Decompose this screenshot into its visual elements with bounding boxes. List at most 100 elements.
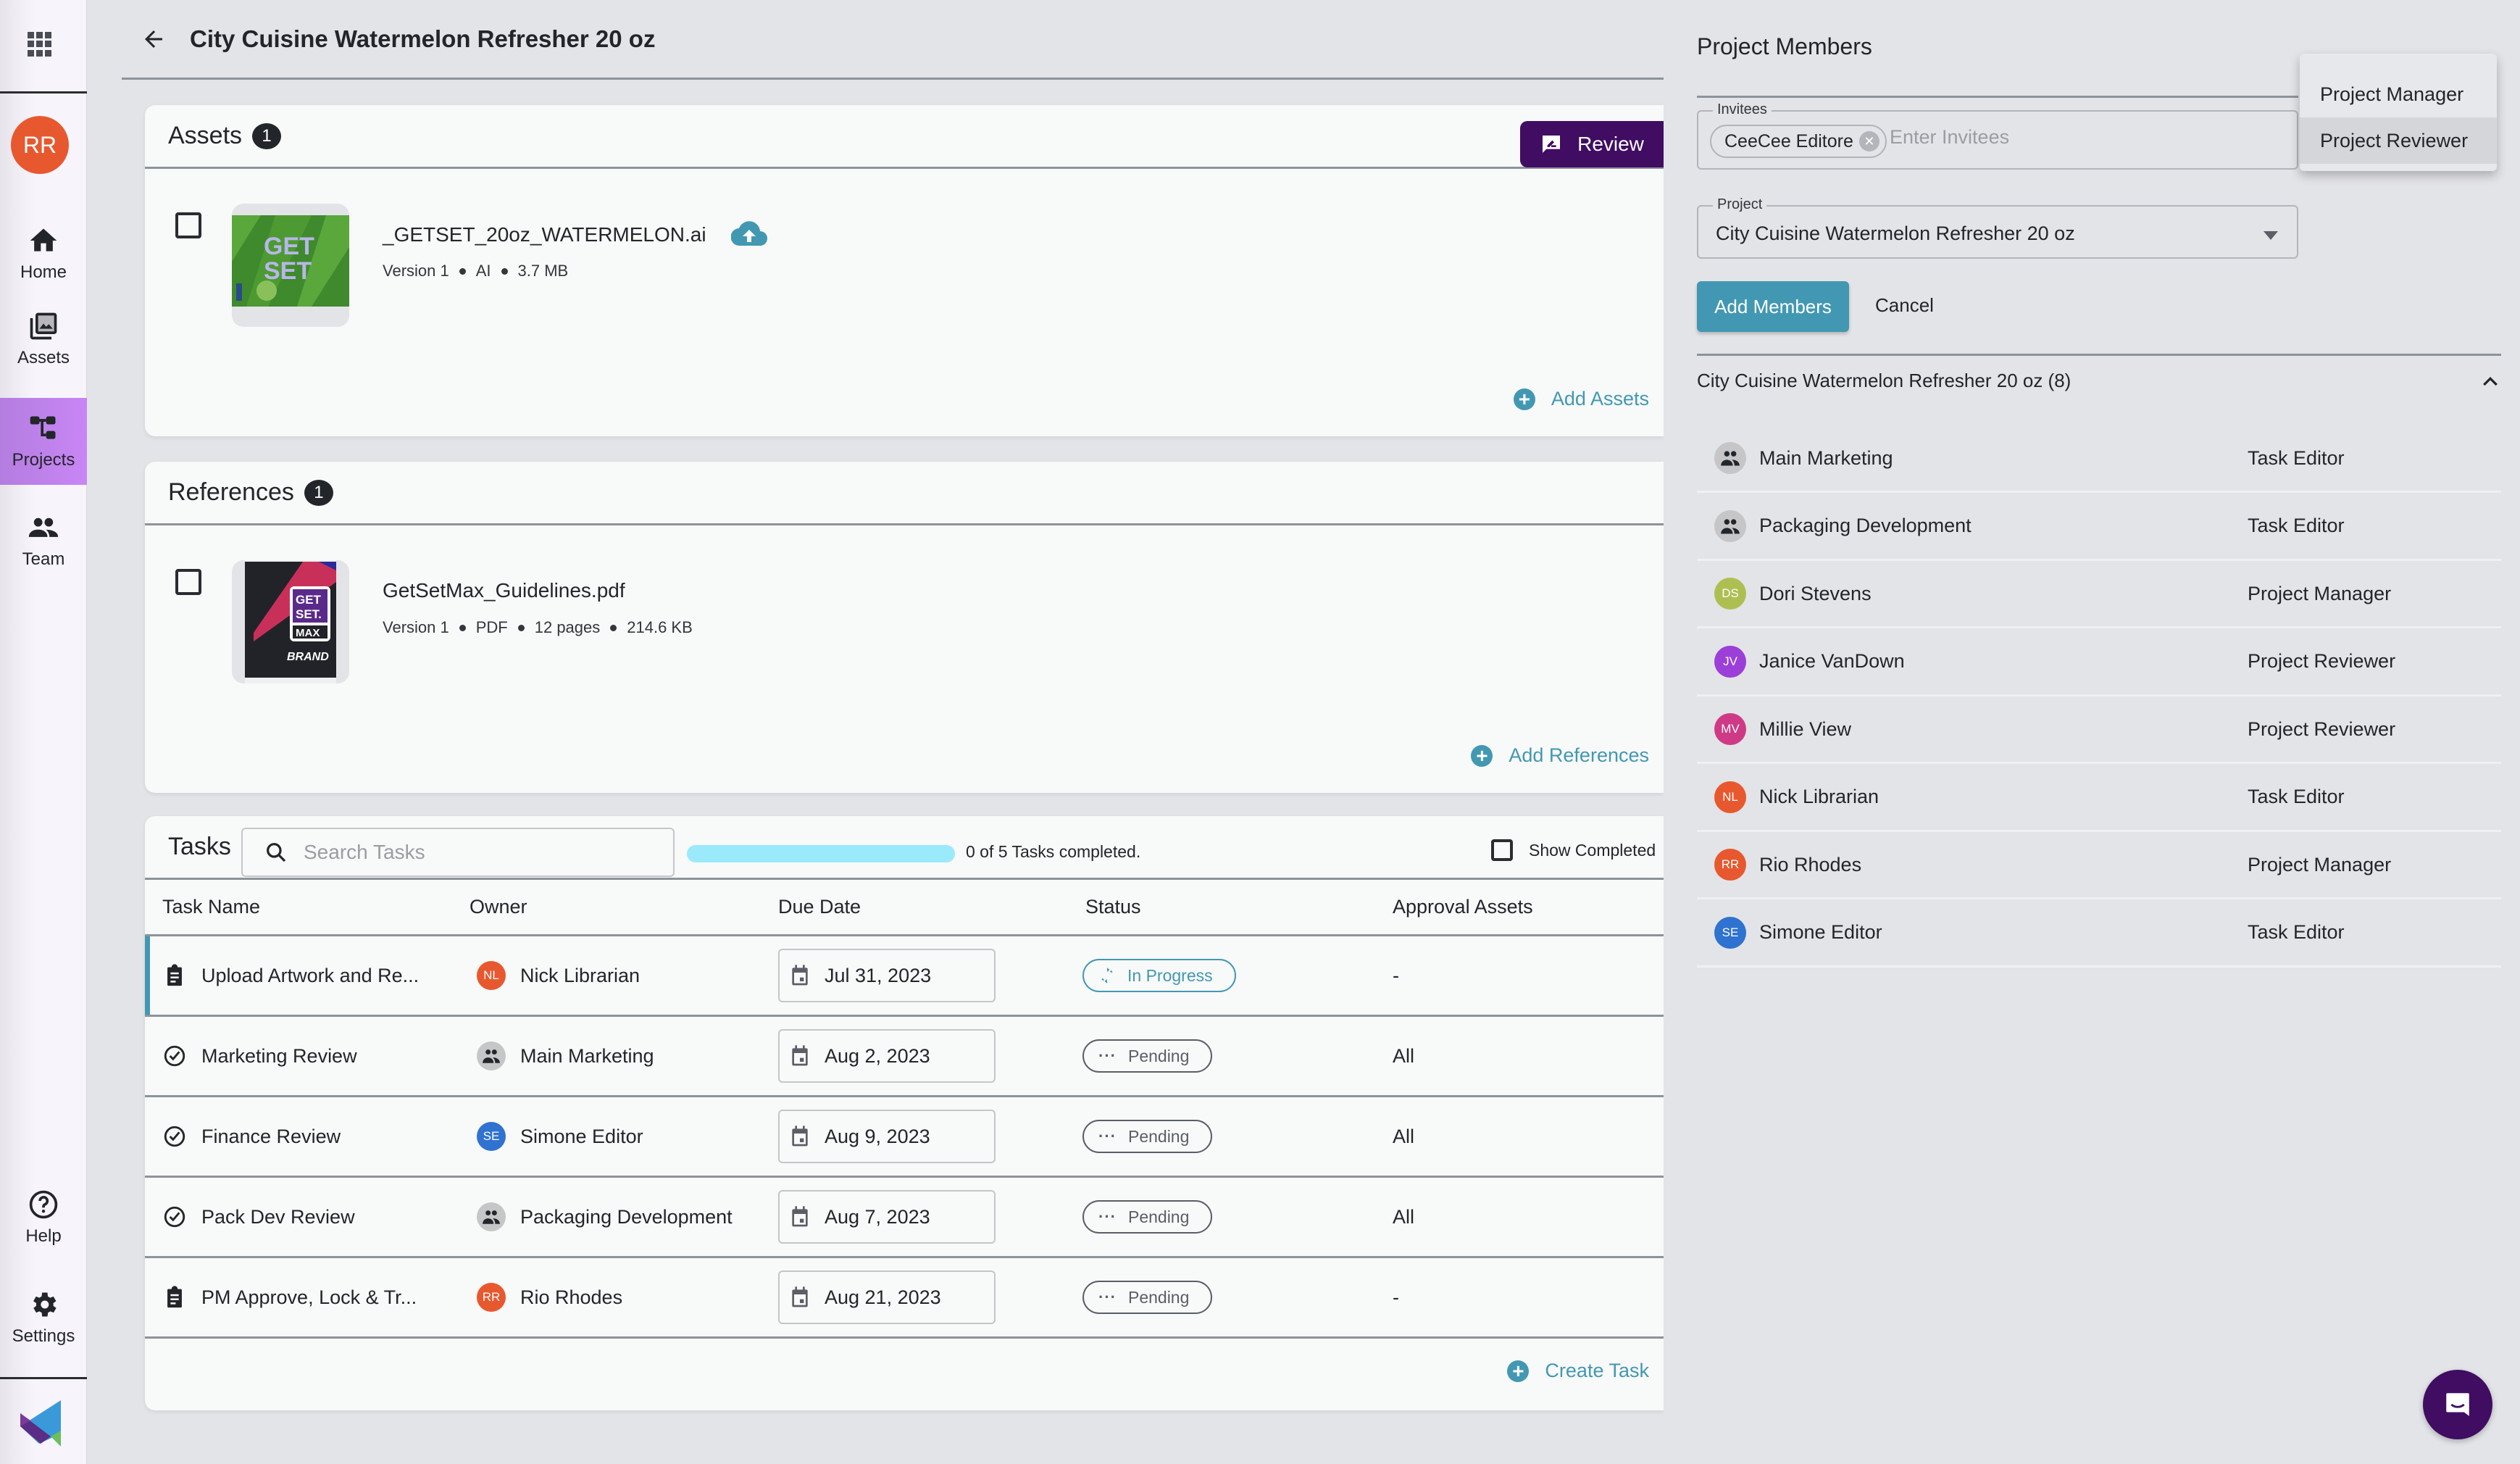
member-row[interactable]: DS Dori Stevens Project Manager <box>1697 561 2501 628</box>
due-date-picker[interactable]: Aug 9, 2023 <box>778 1110 996 1163</box>
asset-thumbnail[interactable]: GET SET <box>232 204 349 327</box>
invitee-chip-label: CeeCee Editore <box>1724 130 1853 151</box>
cloud-upload-icon[interactable] <box>730 221 767 249</box>
member-role-select[interactable]: Task Editor <box>2248 515 2345 537</box>
member-row[interactable]: RR Rio Rhodes Project Manager <box>1697 832 2501 899</box>
member-row[interactable]: NL Nick Librarian Task Editor <box>1697 765 2501 832</box>
tasks-progress-bar <box>687 845 955 862</box>
task-name-cell[interactable]: Finance Review <box>162 1124 341 1149</box>
asset-row[interactable]: GET SET _GETSET_20oz_WATERMELON.ai Versi… <box>145 169 1664 327</box>
task-name-cell[interactable]: Marketing Review <box>162 1044 357 1068</box>
status-badge[interactable]: ··· Pending <box>1082 1039 1213 1073</box>
member-role-select[interactable]: Project Manager <box>2248 583 2391 605</box>
task-owner: Nick Librarian <box>520 964 641 986</box>
more-dots-icon: ··· <box>1098 1127 1117 1145</box>
role-option-project-reviewer[interactable]: Project Reviewer <box>2300 117 2497 164</box>
task-owner: Main Marketing <box>520 1044 654 1067</box>
thumb-text: GET <box>264 233 314 260</box>
member-row[interactable]: MV Millie View Project Reviewer <box>1697 696 2501 764</box>
calendar-icon <box>792 1126 808 1147</box>
member-row[interactable]: JV Janice VanDown Project Reviewer <box>1697 629 2501 696</box>
project-select[interactable]: Project City Cuisine Watermelon Refreshe… <box>1697 196 2298 259</box>
show-completed-checkbox[interactable] <box>1491 839 1513 861</box>
member-role-select[interactable]: Project Reviewer <box>2248 718 2395 741</box>
sidebar-item-team[interactable]: Team <box>0 497 87 584</box>
gear-icon <box>33 1292 57 1317</box>
column-header-approval-assets[interactable]: Approval Assets <box>1393 896 1533 918</box>
due-date-picker[interactable]: Jul 31, 2023 <box>778 949 996 1002</box>
group-icon <box>1721 518 1740 533</box>
add-circle-icon: + <box>1513 388 1535 410</box>
user-avatar[interactable]: RR <box>11 116 69 174</box>
page-header: City Cuisine Watermelon Refresher 20 oz <box>122 0 1664 80</box>
search-tasks-field[interactable] <box>241 828 675 877</box>
sidebar-item-home[interactable]: Home <box>0 210 87 297</box>
reference-checkbox[interactable] <box>175 569 201 595</box>
task-row[interactable]: PM Approve, Lock & Tr... RR Rio Rhodes Au… <box>145 1258 1664 1339</box>
app-grid-icon[interactable] <box>28 32 52 57</box>
invitee-chip[interactable]: CeeCee Editore ✕ <box>1710 125 1887 158</box>
back-button[interactable] <box>132 17 175 61</box>
member-role-select[interactable]: Task Editor <box>2248 447 2345 470</box>
column-header-task-name[interactable]: Task Name <box>162 896 260 918</box>
column-header-owner[interactable]: Owner <box>470 896 527 918</box>
member-group-header[interactable]: City Cuisine Watermelon Refresher 20 oz … <box>1697 370 2501 392</box>
due-date-picker[interactable]: Aug 21, 2023 <box>778 1270 996 1324</box>
due-date-picker[interactable]: Aug 7, 2023 <box>778 1190 996 1244</box>
panel-divider <box>1697 96 2298 98</box>
invitees-input[interactable] <box>1890 126 2266 149</box>
task-row[interactable]: Marketing Review Main Marketing Aug 2, 2… <box>145 1017 1664 1097</box>
remove-chip-icon[interactable]: ✕ <box>1858 131 1879 151</box>
task-row[interactable]: Upload Artwork and Re... NL Nick Libraria… <box>145 936 1664 1017</box>
sidebar-item-help[interactable]: Help <box>0 1174 87 1261</box>
review-button[interactable]: Review <box>1520 121 1664 167</box>
chevron-up-icon[interactable] <box>2479 370 2501 392</box>
status-badge[interactable]: ··· Pending <box>1082 1200 1213 1234</box>
due-date-picker[interactable]: Aug 2, 2023 <box>778 1029 996 1083</box>
add-assets-button[interactable]: + Add Assets <box>1513 388 1649 410</box>
invitees-field[interactable]: Invitees CeeCee Editore ✕ <box>1697 101 2298 170</box>
role-option-project-manager[interactable]: Project Manager <box>2300 71 2497 117</box>
task-row[interactable]: Finance Review SE Simone Editor Aug 9, 20… <box>145 1097 1664 1178</box>
show-completed-toggle[interactable]: Show Completed <box>1491 839 1656 861</box>
reference-type: PDF <box>475 618 508 636</box>
reference-pages: 12 pages <box>534 618 601 636</box>
reference-file-name[interactable]: GetSetMax_Guidelines.pdf <box>383 579 625 602</box>
tasks-card: Tasks 0 of 5 Tasks completed. Show Compl… <box>145 816 1664 1410</box>
task-name-cell[interactable]: Upload Artwork and Re... <box>162 963 419 988</box>
reference-row[interactable]: GET SET. MAX BRAND GetSetMax_Guidelines.… <box>145 525 1664 683</box>
task-name-cell[interactable]: Pack Dev Review <box>162 1205 355 1229</box>
add-references-button[interactable]: + Add References <box>1471 744 1649 767</box>
member-row[interactable]: Packaging Development Task Editor <box>1697 494 2501 561</box>
owner-avatar <box>477 1041 506 1070</box>
task-name: Marketing Review <box>201 1044 357 1067</box>
status-badge[interactable]: ··· Pending <box>1082 1281 1213 1314</box>
member-name: Nick Librarian <box>1759 786 1879 807</box>
column-header-due-date[interactable]: Due Date <box>778 896 861 918</box>
task-row[interactable]: Pack Dev Review Packaging Development Au… <box>145 1178 1664 1258</box>
separator-dot <box>459 267 466 275</box>
status-badge[interactable]: In Progress <box>1082 959 1236 992</box>
member-row[interactable]: Main Marketing Task Editor <box>1697 425 2501 493</box>
sidebar-item-assets[interactable]: Assets <box>0 296 87 383</box>
member-role-select[interactable]: Task Editor <box>2248 921 2345 944</box>
sidebar-item-settings[interactable]: Settings <box>0 1274 87 1361</box>
create-task-button[interactable]: + Create Task <box>1507 1360 1649 1382</box>
column-header-status[interactable]: Status <box>1085 896 1141 918</box>
member-role-select[interactable]: Project Manager <box>2248 854 2391 876</box>
member-role-select[interactable]: Task Editor <box>2248 786 2345 808</box>
cancel-button[interactable]: Cancel <box>1875 294 1934 317</box>
asset-checkbox[interactable] <box>175 212 201 238</box>
member-row[interactable]: SE Simone Editor Task Editor <box>1697 900 2501 968</box>
status-badge[interactable]: ··· Pending <box>1082 1120 1213 1153</box>
asset-file-name[interactable]: _GETSET_20oz_WATERMELON.ai <box>383 223 706 246</box>
reference-thumbnail[interactable]: GET SET. MAX BRAND <box>232 560 349 683</box>
add-assets-label: Add Assets <box>1551 388 1649 409</box>
add-members-button[interactable]: Add Members <box>1697 281 1849 332</box>
search-tasks-input[interactable] <box>304 841 637 864</box>
sidebar-item-projects[interactable]: Projects <box>0 398 87 485</box>
chat-support-button[interactable] <box>2423 1370 2492 1439</box>
member-role-select[interactable]: Project Reviewer <box>2248 650 2395 673</box>
task-name-cell[interactable]: PM Approve, Lock & Tr... <box>162 1285 417 1310</box>
member-avatar: NL <box>1714 781 1746 813</box>
